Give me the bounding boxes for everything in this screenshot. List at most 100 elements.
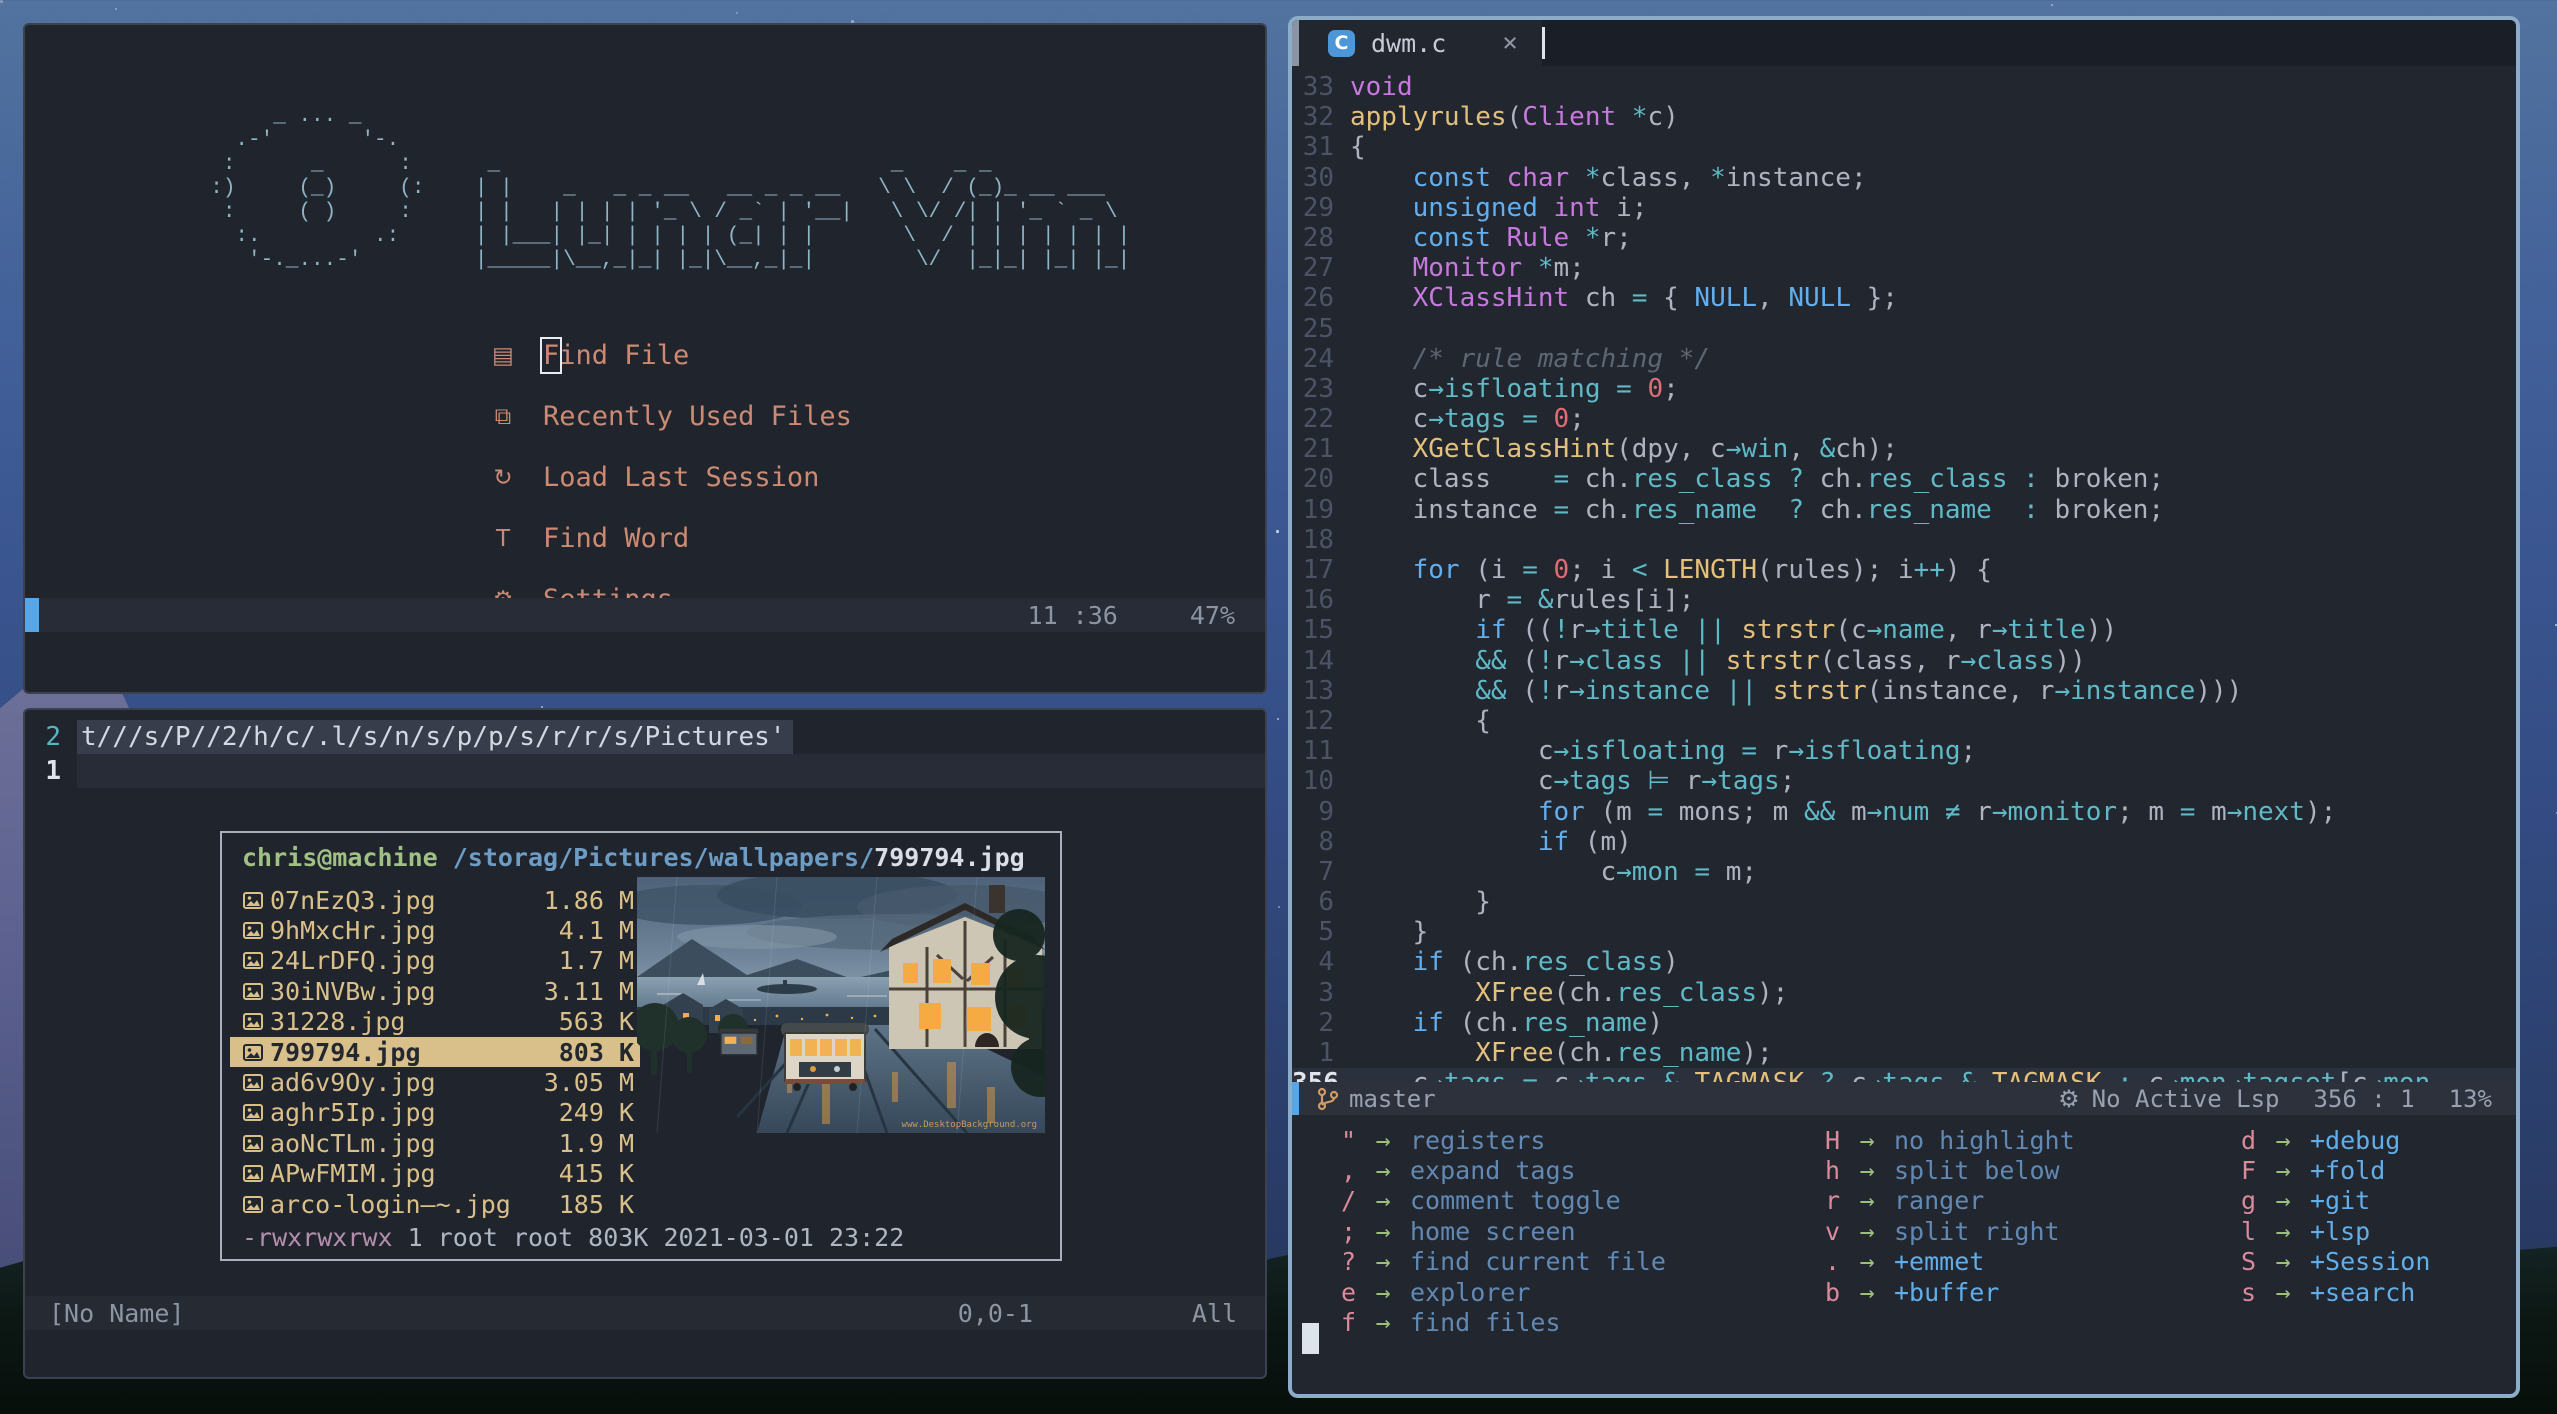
code-line[interactable]: 13 && (!r→instance || strstr(instance, r… bbox=[1292, 676, 2516, 706]
line-number: 20 bbox=[1302, 464, 1334, 495]
window-lunarvim-dashboard[interactable]: _ ... _ .-' '-. : _ : _ _ _ _ :) (_) (: … bbox=[23, 23, 1267, 694]
code-line[interactable]: 27 Monitor *m; bbox=[1292, 253, 2516, 283]
which-key-binding[interactable]: h → split below bbox=[1812, 1155, 2075, 1185]
code-line[interactable]: 18 bbox=[1292, 525, 2516, 555]
code-area[interactable]: 33 void 32 applyrules(Client *c) 31{30 const… bbox=[1292, 72, 2516, 1099]
tab-dwm-c[interactable]: C dwm.c × bbox=[1292, 20, 1542, 66]
which-key-binding[interactable]: F → +fold bbox=[2228, 1155, 2430, 1185]
which-key-binding[interactable]: b → +buffer bbox=[1812, 1277, 2075, 1307]
which-key-binding[interactable]: l → +lsp bbox=[2228, 1216, 2430, 1246]
arrow-icon: → bbox=[1375, 1247, 1391, 1277]
which-key-binding[interactable]: s → +search bbox=[2228, 1277, 2430, 1307]
window-editor[interactable]: C dwm.c × 33 void 32 applyrules(Client *c) 3… bbox=[1288, 16, 2520, 1398]
code-line[interactable]: 24 /* rule matching */ bbox=[1292, 344, 2516, 374]
code-line[interactable]: 16 r = &rules[i]; bbox=[1292, 585, 2516, 615]
file-image-icon bbox=[236, 891, 270, 909]
file-row[interactable]: aoNcTLm.jpg 1.9 M bbox=[230, 1128, 640, 1158]
menu-item-find-word[interactable]: T Find Word bbox=[485, 508, 852, 569]
line-number: 1 bbox=[45, 756, 61, 786]
code-line[interactable]: 7 c→mon = m; bbox=[1292, 857, 2516, 887]
file-row[interactable]: ad6v9Oy.jpg 3.05 M bbox=[230, 1067, 640, 1097]
which-key-binding[interactable]: ? → find current file bbox=[1328, 1247, 1666, 1277]
code-line[interactable]: 1 XFree(ch.res_name); bbox=[1292, 1038, 2516, 1068]
which-key-binding[interactable]: v → split right bbox=[1812, 1216, 2075, 1246]
cursor-position: 356 : 1 bbox=[2313, 1084, 2415, 1113]
file-row[interactable]: 24LrDFQ.jpg 1.7 M bbox=[230, 946, 640, 976]
which-key-binding[interactable]: d → +debug bbox=[2228, 1125, 2430, 1155]
code-line[interactable]: 6 } bbox=[1292, 887, 2516, 917]
file-row[interactable]: 07nEzQ3.jpg 1.86 M bbox=[230, 885, 640, 915]
file-name: 24LrDFQ.jpg bbox=[270, 946, 436, 976]
file-row[interactable]: 799794.jpg 803 K bbox=[230, 1036, 640, 1068]
file-name: 9hMxcHr.jpg bbox=[270, 916, 436, 946]
file-row[interactable]: 30iNVBw.jpg 3.11 M bbox=[230, 976, 640, 1006]
code-line[interactable]: 30 const char *class, *instance; bbox=[1292, 163, 2516, 193]
binding-key: b bbox=[1824, 1277, 1840, 1307]
line-text: r = &rules[i]; bbox=[1350, 585, 1695, 616]
menu-item-recently-used-files[interactable]: ⧉ Recently Used Files bbox=[485, 386, 852, 447]
file-size: 3.05 M bbox=[543, 1068, 634, 1098]
which-key-binding[interactable]: . → +emmet bbox=[1812, 1247, 2075, 1277]
file-image-icon bbox=[236, 922, 270, 940]
code-line[interactable]: 21 XGetClassHint(dpy, c→win, &ch); bbox=[1292, 434, 2516, 464]
code-line[interactable]: 22 c→tags = 0; bbox=[1292, 404, 2516, 434]
code-line[interactable]: 26 XClassHint ch = { NULL, NULL }; bbox=[1292, 283, 2516, 313]
git-branch-name[interactable]: master bbox=[1349, 1085, 1436, 1113]
code-line[interactable]: 11 c→isfloating = r→isfloating; bbox=[1292, 736, 2516, 766]
which-key-binding[interactable]: g → +git bbox=[2228, 1186, 2430, 1216]
code-line[interactable]: 23 c→isfloating = 0; bbox=[1292, 374, 2516, 404]
menu-item-find-file[interactable]: ▤ Find File bbox=[485, 325, 852, 386]
code-line[interactable]: 15 if ((!r→title || strstr(c→name, r→tit… bbox=[1292, 615, 2516, 645]
code-line[interactable]: 20 class = ch.res_class ? ch.res_class :… bbox=[1292, 464, 2516, 494]
code-line[interactable]: 12 { bbox=[1292, 706, 2516, 736]
code-line[interactable]: 10 c→tags ⊨ r→tags; bbox=[1292, 766, 2516, 796]
code-line[interactable]: 17 for (i = 0; i < LENGTH(rules); i++) { bbox=[1292, 555, 2516, 585]
which-key-binding[interactable]: r → ranger bbox=[1812, 1186, 2075, 1216]
code-line[interactable]: 32 applyrules(Client *c) bbox=[1292, 102, 2516, 132]
file-size: 1.86 M bbox=[543, 885, 634, 915]
code-line[interactable]: 8 if (m) bbox=[1292, 827, 2516, 857]
file-row[interactable]: arco-login—~.jpg 185 K bbox=[230, 1189, 640, 1219]
code-line[interactable]: 19 instance = ch.res_name ? ch.res_name … bbox=[1292, 495, 2516, 525]
line-number: 2 bbox=[1318, 1007, 1334, 1038]
line-number: 3 bbox=[1318, 977, 1334, 1008]
code-line[interactable]: 9 for (m = mons; m && m→num ≠ r→monitor;… bbox=[1292, 797, 2516, 827]
code-line[interactable]: 29 unsigned int i; bbox=[1292, 193, 2516, 223]
which-key-binding[interactable]: ; → home screen bbox=[1328, 1216, 1666, 1246]
line-text: XFree(ch.res_name); bbox=[1475, 1038, 1773, 1068]
binding-key: " bbox=[1340, 1125, 1356, 1155]
code-line[interactable]: 4 if (ch.res_class) bbox=[1292, 947, 2516, 977]
menu-item-label: Find File bbox=[539, 337, 690, 374]
code-line[interactable]: 28 const Rule *r; bbox=[1292, 223, 2516, 253]
code-line[interactable]: 2 if (ch.res_name) bbox=[1292, 1008, 2516, 1038]
file-row[interactable]: 9hMxcHr.jpg 4.1 M bbox=[230, 915, 640, 945]
line-number: 15 bbox=[1302, 615, 1334, 646]
code-line[interactable]: 31 { bbox=[1292, 132, 2516, 162]
permissions: -rwxrwxrwx bbox=[242, 1223, 393, 1252]
tab-close-icon[interactable]: × bbox=[1502, 28, 1518, 58]
which-key-binding[interactable]: / → comment toggle bbox=[1328, 1186, 1666, 1216]
code-line[interactable]: 3 XFree(ch.res_class); bbox=[1292, 978, 2516, 1008]
which-key-binding[interactable]: H → no highlight bbox=[1812, 1125, 2075, 1155]
file-picker-popup[interactable]: chris@machine /storag/Pictures/wallpaper… bbox=[220, 831, 1062, 1261]
code-line[interactable]: 33 void bbox=[1292, 72, 2516, 102]
line-number: 22 bbox=[1302, 404, 1334, 435]
which-key-binding[interactable]: S → +Session bbox=[2228, 1247, 2430, 1277]
binding-key: / bbox=[1340, 1186, 1356, 1216]
code-line[interactable]: 25 bbox=[1292, 314, 2516, 344]
line-number: 10 bbox=[1302, 766, 1334, 797]
which-key-binding[interactable]: " → registers bbox=[1328, 1125, 1666, 1155]
which-key-binding[interactable]: e → explorer bbox=[1328, 1277, 1666, 1307]
file-row[interactable]: APwFMIM.jpg 415 K bbox=[230, 1159, 640, 1189]
window-scratch-buffer[interactable]: 2 t///s/P//2/h/c/.l/s/n/s/p/p/s/r/r/s/Pic… bbox=[23, 708, 1267, 1379]
line-number: 28 bbox=[1302, 222, 1334, 253]
file-row[interactable]: aghr5Ip.jpg 249 K bbox=[230, 1098, 640, 1128]
code-line[interactable]: 5 } bbox=[1292, 917, 2516, 947]
file-image-icon bbox=[236, 1195, 270, 1213]
which-key-binding[interactable]: , → expand tags bbox=[1328, 1155, 1666, 1185]
tab-bar: C dwm.c × bbox=[1292, 20, 2516, 66]
which-key-binding[interactable]: f → find files bbox=[1328, 1307, 1666, 1337]
menu-item-load-last-session[interactable]: ↻ Load Last Session bbox=[485, 447, 852, 508]
file-row[interactable]: 31228.jpg 563 K bbox=[230, 1007, 640, 1037]
code-line[interactable]: 14 && (!r→class || strstr(class, r→class… bbox=[1292, 646, 2516, 676]
